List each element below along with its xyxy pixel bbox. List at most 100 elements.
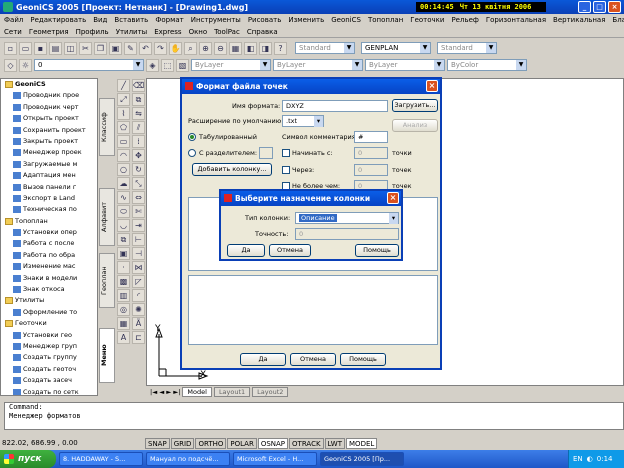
menu-item-menu_row2-5[interactable]: Окно bbox=[189, 28, 208, 36]
table-style-combo[interactable]: ▼ Standard bbox=[437, 42, 497, 54]
status-toggle-snap[interactable]: SNAP bbox=[145, 437, 170, 449]
polyline-icon[interactable]: ⌇ bbox=[117, 107, 130, 120]
menu-item-menu_row1-3[interactable]: Вставить bbox=[114, 16, 148, 24]
tray-icon[interactable]: ◐ bbox=[587, 455, 593, 463]
dim-style-combo[interactable]: ▼ GENPLAN bbox=[361, 42, 431, 54]
break-point-icon[interactable]: ⊢ bbox=[132, 233, 145, 246]
lineweight-combo[interactable]: ▼ ByLayer bbox=[365, 59, 445, 71]
match-icon[interactable]: ✎ bbox=[124, 41, 137, 55]
taskbar-task[interactable]: Мануал по подсчё... bbox=[146, 452, 230, 466]
toolpalette-icon[interactable]: ◨ bbox=[259, 41, 272, 55]
dim-icon[interactable]: ⊏ bbox=[132, 331, 145, 344]
menu-item-menu_row2-3[interactable]: Утилиты bbox=[116, 28, 148, 36]
trim-icon[interactable]: ✄ bbox=[132, 205, 145, 218]
make-block-icon[interactable]: ▣ bbox=[117, 247, 130, 260]
menu-item-menu_row1-14[interactable]: Благоустройство bbox=[612, 16, 624, 24]
arc-icon[interactable]: ◠ bbox=[117, 149, 130, 162]
analyze-button[interactable]: Анализ bbox=[392, 119, 438, 132]
table-icon[interactable]: ▦ bbox=[117, 317, 130, 330]
zoom-icon[interactable]: ⌕ bbox=[184, 41, 197, 55]
status-toggle-model[interactable]: MODEL bbox=[346, 437, 378, 449]
menu-item-menu_row1-0[interactable]: Файл bbox=[4, 16, 23, 24]
region-icon[interactable]: ◎ bbox=[117, 303, 130, 316]
close-button[interactable]: × bbox=[608, 1, 621, 13]
rotate-icon[interactable]: ↻ bbox=[132, 163, 145, 176]
layer-match-icon[interactable]: ▧ bbox=[176, 58, 189, 72]
designcenter-icon[interactable]: ◧ bbox=[244, 41, 257, 55]
subdialog-ok-button[interactable]: Да bbox=[227, 244, 265, 257]
menu-item-menu_row1-8[interactable]: GeoniCS bbox=[331, 16, 361, 24]
extend-icon[interactable]: ⇥ bbox=[132, 219, 145, 232]
help-button[interactable]: Помощь bbox=[340, 353, 386, 366]
explode-icon[interactable]: ✺ bbox=[132, 303, 145, 316]
properties-icon[interactable]: ▦ bbox=[229, 41, 242, 55]
cloud-icon[interactable]: ☁ bbox=[117, 177, 130, 190]
tab-model[interactable]: Model bbox=[182, 387, 212, 397]
through-input[interactable]: 0 bbox=[354, 164, 388, 176]
insert-block-icon[interactable]: ⧉ bbox=[117, 233, 130, 246]
menu-item-menu_row1-7[interactable]: Изменить bbox=[288, 16, 324, 24]
menu-item-menu_row2-0[interactable]: Сети bbox=[4, 28, 22, 36]
text-edit-icon[interactable]: Ã bbox=[132, 317, 145, 330]
start-button[interactable]: пуск bbox=[0, 450, 56, 468]
fillet-icon[interactable]: ◜ bbox=[132, 289, 145, 302]
language-indicator[interactable]: EN bbox=[573, 455, 583, 463]
array-icon[interactable]: ⁞ bbox=[132, 135, 145, 148]
paste-icon[interactable]: ▣ bbox=[109, 41, 122, 55]
break-icon[interactable]: ⊣ bbox=[132, 247, 145, 260]
zoom-prev-icon[interactable]: ⊖ bbox=[214, 41, 227, 55]
scale-icon[interactable]: ⤡ bbox=[132, 177, 145, 190]
offset-icon[interactable]: ⫽ bbox=[132, 121, 145, 134]
status-toggle-grid[interactable]: GRID bbox=[170, 437, 195, 449]
delimiter-input[interactable] bbox=[259, 147, 273, 159]
status-toggle-polar[interactable]: POLAR bbox=[227, 437, 257, 449]
tab-prev-icon[interactable]: ◄ bbox=[159, 388, 164, 396]
pan-icon[interactable]: ✋ bbox=[169, 41, 182, 55]
add-column-button[interactable]: Добавить колонку... bbox=[192, 163, 272, 176]
save-icon[interactable]: ▪ bbox=[34, 41, 47, 55]
mirror-icon[interactable]: ⇋ bbox=[132, 107, 145, 120]
spline-icon[interactable]: ∿ bbox=[117, 191, 130, 204]
tab-next-icon[interactable]: ► bbox=[166, 388, 171, 396]
print-icon[interactable]: ▤ bbox=[49, 41, 62, 55]
comment-char-input[interactable]: # bbox=[354, 131, 388, 143]
subdialog-help-button[interactable]: Помощь bbox=[355, 244, 399, 257]
taskbar-task[interactable]: GeoniCS 2005 [Пр... bbox=[320, 452, 404, 466]
redo-icon[interactable]: ↷ bbox=[154, 41, 167, 55]
preview-icon[interactable]: ◫ bbox=[64, 41, 77, 55]
help-icon[interactable]: ? bbox=[274, 41, 287, 55]
status-toggle-otrack[interactable]: OTRACK bbox=[289, 437, 324, 449]
move-icon[interactable]: ✥ bbox=[132, 149, 145, 162]
menu-item-menu_row1-9[interactable]: Топоплан bbox=[368, 16, 403, 24]
linetype-combo[interactable]: ▼ ByLayer bbox=[273, 59, 363, 71]
precision-input[interactable]: 0 bbox=[295, 228, 399, 240]
ext-combo[interactable]: .txt ▾ bbox=[282, 115, 324, 127]
tab-layout1[interactable]: Layout1 bbox=[213, 387, 251, 397]
layer-combo[interactable]: ▼ 0 bbox=[34, 59, 144, 71]
subdialog-cancel-button[interactable]: Отмена bbox=[269, 244, 311, 257]
through-checkbox[interactable] bbox=[282, 166, 290, 174]
menu-item-menu_row2-4[interactable]: Express bbox=[154, 28, 181, 36]
taskbar-task[interactable]: 8. HADDAWAY - S... bbox=[59, 452, 143, 466]
taskbar-task[interactable]: Microsoft Excel - H... bbox=[233, 452, 317, 466]
menu-item-menu_row2-6[interactable]: ToolPac bbox=[214, 28, 240, 36]
delimited-radio[interactable] bbox=[188, 149, 196, 157]
mtext-icon[interactable]: A bbox=[117, 331, 130, 344]
erase-icon[interactable]: ⌫ bbox=[132, 79, 145, 92]
menu-item-menu_row1-12[interactable]: Горизонтальная bbox=[486, 16, 546, 24]
layer-state-icon[interactable]: ☼ bbox=[19, 58, 32, 72]
menu-item-menu_row1-13[interactable]: Вертикальная bbox=[553, 16, 605, 24]
layer-manager-icon[interactable]: ◇ bbox=[4, 58, 17, 72]
menu-item-menu_row1-6[interactable]: Рисовать bbox=[248, 16, 282, 24]
tab-first-icon[interactable]: |◄ bbox=[150, 388, 157, 396]
ellipse-arc-icon[interactable]: ◡ bbox=[117, 219, 130, 232]
point-icon[interactable]: · bbox=[117, 261, 130, 274]
subdialog-close-button[interactable]: × bbox=[387, 192, 399, 204]
undo-icon[interactable]: ↶ bbox=[139, 41, 152, 55]
text-style-combo[interactable]: ▼ Standard bbox=[295, 42, 355, 54]
start-input[interactable]: 0 bbox=[354, 147, 388, 159]
copy-object-icon[interactable]: ⧉ bbox=[132, 93, 145, 106]
status-toggle-ortho[interactable]: ORTHO bbox=[195, 437, 227, 449]
stretch-icon[interactable]: ⇔ bbox=[132, 191, 145, 204]
open-icon[interactable]: ▭ bbox=[19, 41, 32, 55]
